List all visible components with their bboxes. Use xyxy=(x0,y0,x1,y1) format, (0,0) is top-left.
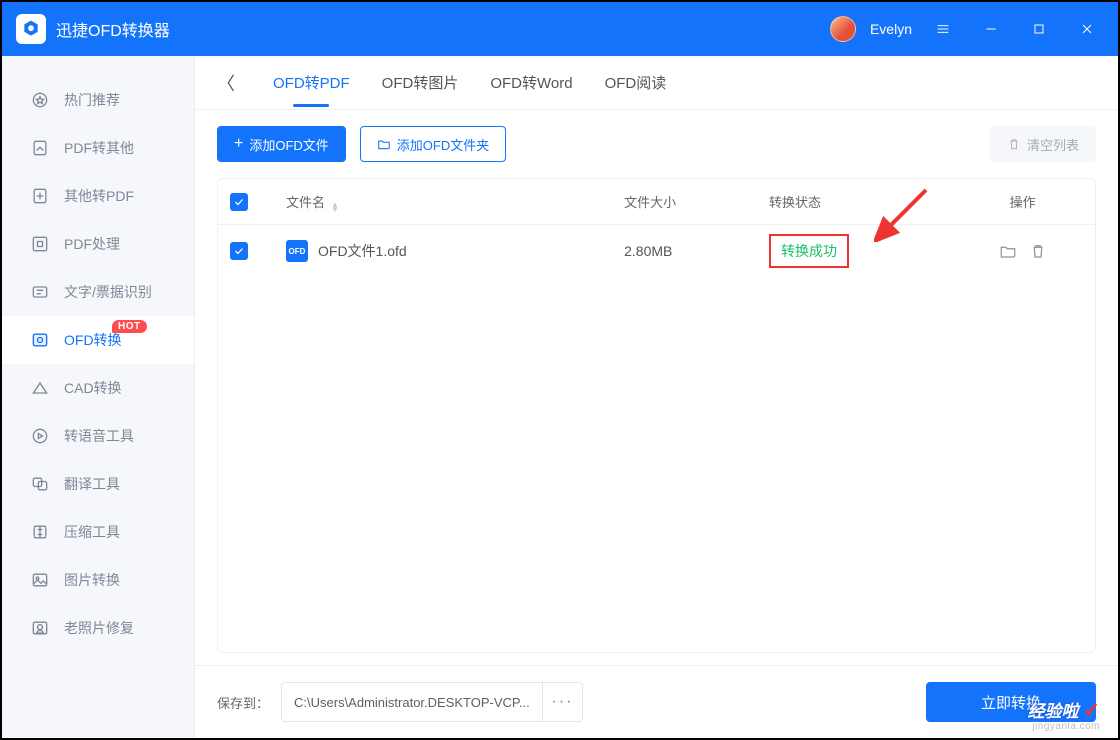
open-folder-icon[interactable] xyxy=(999,242,1017,260)
sidebar-item-label: 翻译工具 xyxy=(64,474,120,494)
ofd-icon xyxy=(30,330,50,350)
table-row: OFD OFD文件1.ofd 2.80MB 转换成功 xyxy=(218,225,1095,277)
tab-bar: 〈 OFD转PDF OFD转图片 OFD转Word OFD阅读 xyxy=(195,56,1118,110)
sidebar-item-label: CAD转换 xyxy=(64,378,122,398)
menu-icon[interactable] xyxy=(926,12,960,46)
col-filesize: 文件大小 xyxy=(624,192,769,211)
file-name-cell: OFD OFD文件1.ofd xyxy=(286,240,624,262)
sidebar: 热门推荐 PDF转其他 其他转PDF PDF处理 文字/票据识别 OFD转换HO… xyxy=(2,56,195,738)
save-path-box: C:\Users\Administrator.DESKTOP-VCP... ··… xyxy=(281,682,583,722)
sidebar-item-pdf-tools[interactable]: PDF处理 xyxy=(2,220,194,268)
sort-icon: ▲▼ xyxy=(331,202,339,212)
minimize-icon[interactable] xyxy=(974,12,1008,46)
tab-ofd-to-image[interactable]: OFD转图片 xyxy=(380,58,461,107)
cad-icon xyxy=(30,378,50,398)
save-to-label: 保存到： xyxy=(217,693,269,712)
star-badge-icon xyxy=(30,90,50,110)
convert-now-button[interactable]: 立即转换 xyxy=(926,682,1096,722)
save-path-text: C:\Users\Administrator.DESKTOP-VCP... xyxy=(282,695,542,710)
sidebar-item-photo-restore[interactable]: 老照片修复 xyxy=(2,604,194,652)
footer-bar: 保存到： C:\Users\Administrator.DESKTOP-VCP.… xyxy=(195,665,1118,738)
col-status: 转换状态 xyxy=(769,192,962,211)
add-folder-button[interactable]: 添加OFD文件夹 xyxy=(360,126,506,162)
clear-list-button[interactable]: 清空列表 xyxy=(990,126,1096,162)
sidebar-item-other-to-pdf[interactable]: 其他转PDF xyxy=(2,172,194,220)
sidebar-item-pdf-to-other[interactable]: PDF转其他 xyxy=(2,124,194,172)
row-actions xyxy=(962,242,1083,260)
image-icon xyxy=(30,570,50,590)
app-title: 迅捷OFD转换器 xyxy=(56,17,170,41)
sidebar-item-label: 图片转换 xyxy=(64,570,120,590)
title-bar: 迅捷OFD转换器 Evelyn xyxy=(2,2,1118,56)
sidebar-item-ofd-convert[interactable]: OFD转换HOT xyxy=(2,316,194,364)
file-size-cell: 2.80MB xyxy=(624,243,769,259)
close-icon[interactable] xyxy=(1070,12,1104,46)
sidebar-item-audio[interactable]: 转语音工具 xyxy=(2,412,194,460)
tab-ofd-read[interactable]: OFD阅读 xyxy=(603,58,669,107)
browse-path-button[interactable]: ··· xyxy=(542,683,582,721)
sidebar-item-label: 其他转PDF xyxy=(64,186,134,206)
sidebar-item-image[interactable]: 图片转换 xyxy=(2,556,194,604)
file-table: 文件名▲▼ 文件大小 转换状态 操作 OFD OFD文件1.ofd 2.80MB… xyxy=(217,178,1096,653)
sidebar-item-label: 热门推荐 xyxy=(64,90,120,110)
app-logo: 迅捷OFD转换器 xyxy=(16,14,170,44)
trash-icon xyxy=(1007,137,1021,151)
user-name[interactable]: Evelyn xyxy=(870,21,912,37)
hot-badge: HOT xyxy=(112,320,147,333)
sidebar-item-label: 转语音工具 xyxy=(64,426,134,446)
sidebar-item-cad[interactable]: CAD转换 xyxy=(2,364,194,412)
sidebar-item-label: 压缩工具 xyxy=(64,522,120,542)
photo-restore-icon xyxy=(30,618,50,638)
col-ops: 操作 xyxy=(962,192,1083,211)
status-badge: 转换成功 xyxy=(769,234,849,268)
delete-icon[interactable] xyxy=(1029,242,1047,260)
file-name-label: OFD文件1.ofd xyxy=(318,241,407,261)
audio-icon xyxy=(30,426,50,446)
pdf-out-icon xyxy=(30,138,50,158)
tab-ofd-to-word[interactable]: OFD转Word xyxy=(488,58,574,107)
avatar[interactable] xyxy=(830,16,856,42)
folder-icon xyxy=(377,137,391,151)
pdf-in-icon xyxy=(30,186,50,206)
col-filename[interactable]: 文件名▲▼ xyxy=(286,192,624,212)
row-checkbox[interactable] xyxy=(230,242,248,260)
sidebar-item-translate[interactable]: 翻译工具 xyxy=(2,460,194,508)
sidebar-item-hot-recommend[interactable]: 热门推荐 xyxy=(2,76,194,124)
ofd-file-icon: OFD xyxy=(286,240,308,262)
app-logo-icon xyxy=(16,14,46,44)
ocr-icon xyxy=(30,282,50,302)
pdf-tools-icon xyxy=(30,234,50,254)
compress-icon xyxy=(30,522,50,542)
sidebar-item-label: PDF转其他 xyxy=(64,138,134,158)
table-header: 文件名▲▼ 文件大小 转换状态 操作 xyxy=(218,179,1095,225)
tab-ofd-to-pdf[interactable]: OFD转PDF xyxy=(271,58,352,107)
sidebar-item-label: OFD转换 xyxy=(64,330,122,350)
sidebar-item-label: 老照片修复 xyxy=(64,618,134,638)
sidebar-item-compress[interactable]: 压缩工具 xyxy=(2,508,194,556)
toolbar: 添加OFD文件 添加OFD文件夹 清空列表 xyxy=(195,110,1118,178)
maximize-icon[interactable] xyxy=(1022,12,1056,46)
translate-icon xyxy=(30,474,50,494)
sidebar-item-label: PDF处理 xyxy=(64,234,120,254)
add-file-button[interactable]: 添加OFD文件 xyxy=(217,126,346,162)
sidebar-item-ocr[interactable]: 文字/票据识别 xyxy=(2,268,194,316)
back-arrow-icon[interactable]: 〈 xyxy=(209,66,243,100)
select-all-checkbox[interactable] xyxy=(230,193,248,211)
sidebar-item-label: 文字/票据识别 xyxy=(64,282,152,302)
